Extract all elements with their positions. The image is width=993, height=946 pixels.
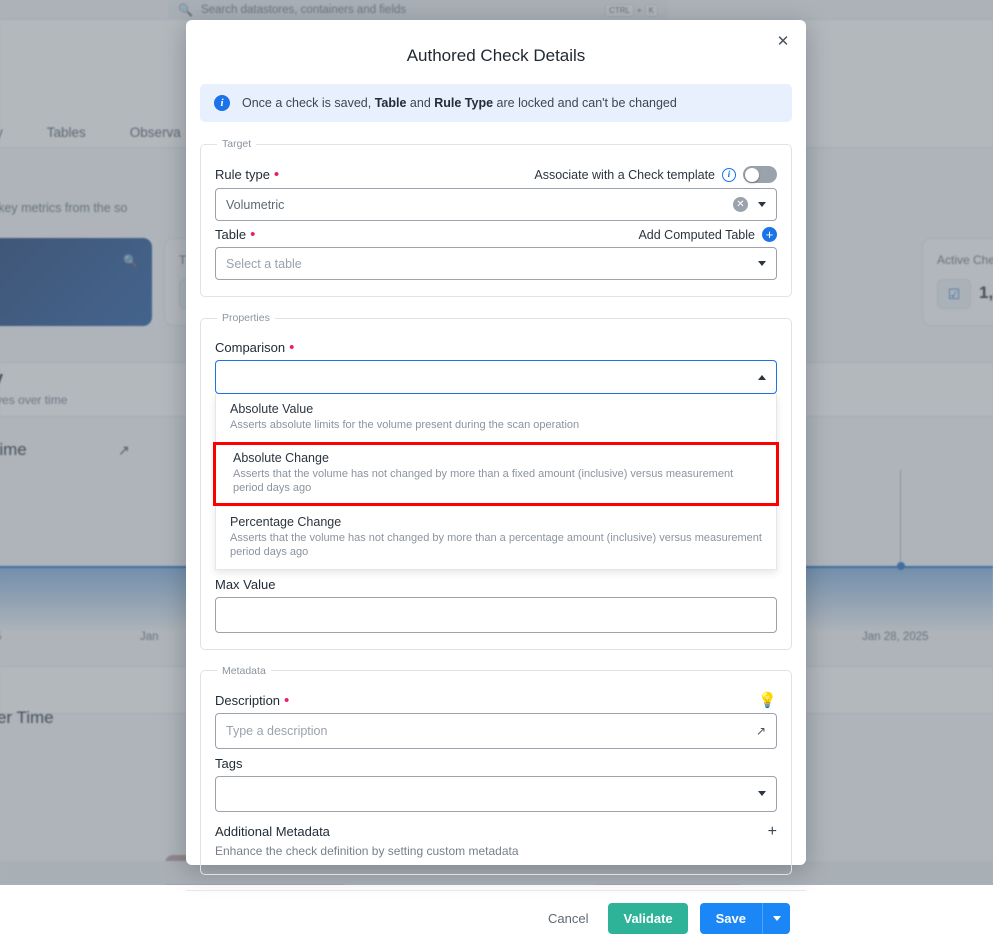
description-input[interactable]: Type a description ↗	[215, 713, 777, 749]
associate-template-control: Associate with a Check template i	[534, 166, 777, 183]
info-text-bold-table: Table	[375, 96, 407, 110]
plus-icon[interactable]: +	[768, 824, 777, 840]
comparison-row: Comparison •	[215, 340, 777, 355]
cancel-button[interactable]: Cancel	[540, 905, 596, 932]
required-indicator: •	[284, 696, 289, 705]
associate-template-label: Associate with a Check template	[534, 168, 715, 182]
lightbulb-icon[interactable]: 💡	[758, 693, 777, 708]
option-description: Asserts absolute limits for the volume p…	[230, 418, 762, 433]
info-circle-icon[interactable]: i	[722, 168, 736, 182]
chevron-up-icon[interactable]	[758, 375, 766, 380]
comparison-select[interactable]	[215, 360, 777, 394]
close-icon[interactable]: ✕	[772, 30, 794, 52]
save-options-chevron-down-icon[interactable]	[762, 903, 790, 934]
option-title: Absolute Change	[233, 451, 759, 465]
rule-type-select[interactable]: Volumetric ✕	[215, 188, 777, 221]
rule-type-value: Volumetric	[226, 198, 284, 212]
info-banner-text: Once a check is saved, Table and Rule Ty…	[242, 96, 677, 110]
max-value-label: Max Value	[215, 577, 777, 592]
description-placeholder: Type a description	[226, 724, 327, 738]
associate-template-toggle[interactable]	[743, 166, 777, 183]
table-select[interactable]: Select a table	[215, 247, 777, 280]
option-title: Percentage Change	[230, 515, 762, 529]
description-label-text: Description	[215, 693, 280, 708]
validate-button[interactable]: Validate	[608, 903, 687, 934]
tags-label: Tags	[215, 756, 777, 771]
description-row: Description • 💡	[215, 693, 777, 708]
chevron-down-icon[interactable]	[758, 202, 766, 207]
target-group: Target Rule type • Associate with a Chec…	[200, 138, 792, 297]
save-button[interactable]: Save	[700, 903, 762, 934]
add-computed-table-control[interactable]: Add Computed Table +	[638, 227, 777, 242]
properties-group-legend: Properties	[217, 312, 275, 324]
chevron-down-icon[interactable]	[758, 791, 766, 796]
dropdown-option-absolute-value[interactable]: Absolute Value Asserts absolute limits f…	[216, 394, 776, 442]
rule-type-label: Rule type •	[215, 167, 279, 182]
option-description: Asserts that the volume has not changed …	[230, 531, 762, 560]
dialog-footer: Cancel Validate Save	[186, 890, 806, 946]
clear-icon[interactable]: ✕	[733, 197, 748, 212]
dropdown-option-percentage-change[interactable]: Percentage Change Asserts that the volum…	[216, 506, 776, 569]
comparison-label: Comparison •	[215, 340, 294, 355]
expand-icon[interactable]: ↗	[756, 724, 766, 738]
table-row: Table • Add Computed Table +	[215, 227, 777, 242]
properties-group: Properties Comparison • Absolute Value A…	[200, 312, 792, 650]
dialog-title: Authored Check Details	[186, 20, 806, 84]
info-text-middle: and	[406, 96, 434, 110]
rule-type-row: Rule type • Associate with a Check templ…	[215, 166, 777, 183]
required-indicator: •	[274, 170, 279, 179]
info-text-suffix: are locked and can't be changed	[493, 96, 677, 110]
additional-metadata-row: Additional Metadata +	[215, 824, 777, 840]
comparison-label-text: Comparison	[215, 340, 285, 355]
required-indicator: •	[289, 343, 294, 352]
info-banner: i Once a check is saved, Table and Rule …	[200, 84, 792, 122]
option-description: Asserts that the volume has not changed …	[233, 467, 759, 496]
save-split-button: Save	[700, 903, 790, 934]
target-group-legend: Target	[217, 138, 256, 150]
info-icon: i	[214, 95, 230, 111]
add-computed-table-label: Add Computed Table	[638, 228, 755, 242]
description-label: Description •	[215, 693, 289, 708]
tags-select[interactable]	[215, 776, 777, 812]
chevron-down-icon[interactable]	[758, 261, 766, 266]
additional-metadata-description: Enhance the check definition by setting …	[215, 844, 777, 858]
plus-circle-icon[interactable]: +	[762, 227, 777, 242]
option-title: Absolute Value	[230, 402, 762, 416]
table-label: Table •	[215, 227, 255, 242]
required-indicator: •	[250, 230, 255, 239]
toggle-knob	[745, 168, 759, 182]
dropdown-option-absolute-change[interactable]: Absolute Change Asserts that the volume …	[213, 442, 779, 506]
rule-type-label-text: Rule type	[215, 167, 270, 182]
table-placeholder: Select a table	[226, 257, 302, 271]
authored-check-details-dialog: ✕ Authored Check Details i Once a check …	[186, 20, 806, 865]
info-text-bold-rule-type: Rule Type	[434, 96, 493, 110]
info-text-prefix: Once a check is saved,	[242, 96, 375, 110]
table-label-text: Table	[215, 227, 246, 242]
max-value-input[interactable]	[215, 597, 777, 633]
metadata-group: Metadata Description • 💡 Type a descript…	[200, 665, 792, 875]
metadata-group-legend: Metadata	[217, 665, 271, 677]
additional-metadata-label: Additional Metadata	[215, 824, 330, 839]
comparison-dropdown-list: Absolute Value Asserts absolute limits f…	[215, 394, 777, 570]
dialog-body: i Once a check is saved, Table and Rule …	[186, 84, 806, 890]
